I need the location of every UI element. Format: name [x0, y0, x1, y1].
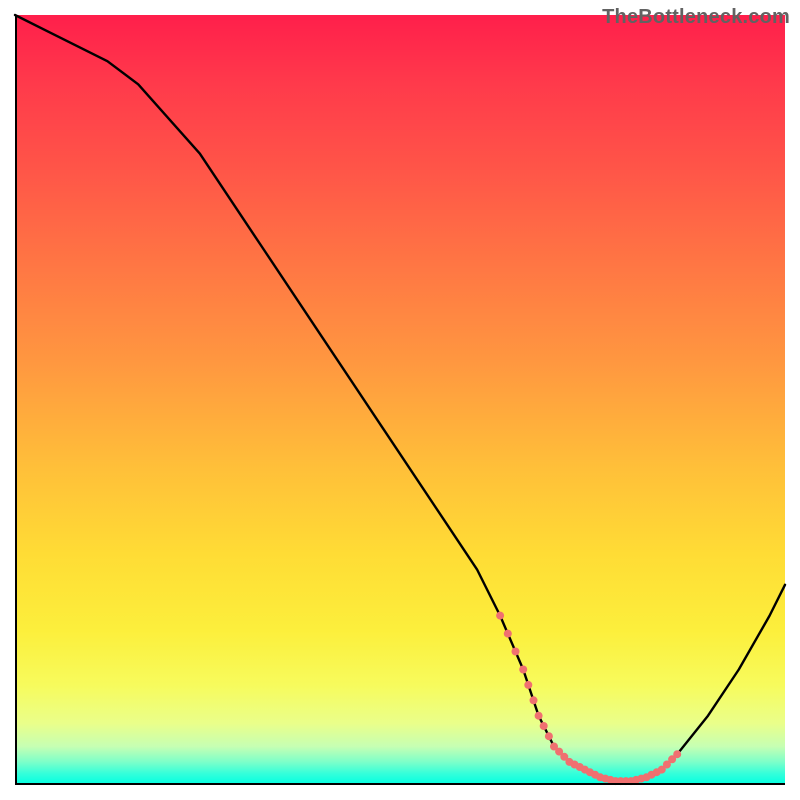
watermark-text: TheBottleneck.com — [602, 6, 790, 29]
chart-stage: TheBottleneck.com — [0, 0, 800, 800]
axis-frame — [15, 15, 785, 785]
